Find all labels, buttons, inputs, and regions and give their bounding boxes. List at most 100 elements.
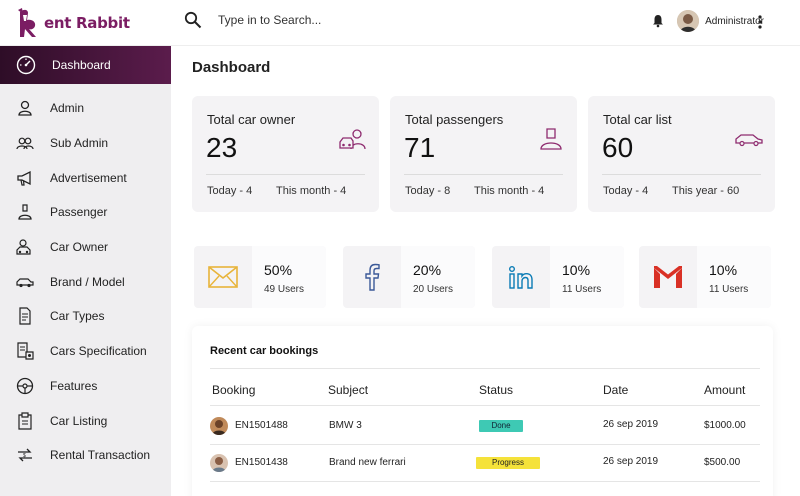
facebook-icon	[365, 263, 380, 291]
sidebar-item-label: Car Types	[50, 309, 105, 323]
recent-bookings-panel: Recent car bookings Booking Subject Stat…	[192, 326, 773, 496]
users-icon	[16, 137, 34, 150]
social-card-facebook[interactable]: 20% 20 Users	[343, 246, 475, 308]
document-icon	[19, 307, 31, 325]
steering-wheel-icon	[16, 377, 34, 395]
booking-amount: $500.00	[704, 457, 741, 468]
booking-subject: BMW 3	[329, 420, 362, 431]
stat-period: This year - 60	[672, 185, 740, 197]
bookings-title: Recent car bookings	[210, 345, 319, 357]
social-icon-box	[343, 246, 401, 308]
sidebar-item-sub-admin[interactable]: Sub Admin	[0, 128, 171, 158]
sidebar-item-brand-model[interactable]: Brand / Model	[0, 267, 171, 297]
user-avatar-icon	[677, 10, 700, 32]
specification-icon	[17, 342, 34, 360]
sidebar-item-cars-specification[interactable]: Cars Specification	[0, 336, 171, 366]
user-avatar-icon	[210, 454, 228, 472]
gmail-icon	[654, 266, 682, 288]
column-header-booking[interactable]: Booking	[212, 383, 255, 397]
sidebar-item-rental-transaction[interactable]: $ Rental Transaction	[0, 440, 171, 470]
avatar[interactable]	[677, 10, 700, 32]
search-icon[interactable]	[184, 11, 202, 29]
social-icon-box	[492, 246, 550, 308]
sidebar-item-label: Passenger	[50, 205, 108, 219]
sidebar-item-passenger[interactable]: Passenger	[0, 197, 171, 227]
sidebar-item-features[interactable]: Features	[0, 371, 171, 401]
passenger-icon	[18, 204, 32, 220]
sidebar-item-label: Features	[50, 379, 98, 393]
sidebar-item-admin[interactable]: Admin	[0, 93, 171, 123]
stat-value: 71	[404, 132, 436, 163]
column-header-amount[interactable]: Amount	[704, 383, 745, 397]
social-card-linkedin[interactable]: 10% 11 Users	[492, 246, 624, 308]
more-options-icon[interactable]	[758, 15, 762, 29]
car-icon	[16, 278, 34, 288]
social-users: 11 Users	[709, 284, 749, 295]
sidebar-item-label: Advertisement	[50, 171, 127, 185]
user-name[interactable]: Administrator	[705, 16, 764, 27]
stat-today: Today - 8	[405, 185, 451, 197]
social-stats: 50% 49 Users	[252, 246, 326, 308]
divider	[210, 444, 760, 445]
social-card-gmail[interactable]: 10% 11 Users	[639, 246, 771, 308]
social-icon-box	[194, 246, 252, 308]
avatar	[210, 417, 228, 435]
divider	[206, 174, 365, 175]
social-users: 11 Users	[562, 284, 602, 295]
sidebar-item-car-types[interactable]: Car Types	[0, 301, 171, 331]
brand-logo[interactable]: ent Rabbit	[16, 6, 166, 40]
social-percent: 20%	[413, 262, 442, 278]
stat-card-passengers[interactable]: Total passengers 71 Today - 8 This month…	[390, 96, 577, 212]
social-icon-box	[639, 246, 697, 308]
booking-id[interactable]: EN1501488	[235, 420, 288, 431]
booking-date: 26 sep 2019	[603, 456, 659, 467]
column-header-date[interactable]: Date	[603, 383, 628, 397]
stat-card-car-list[interactable]: Total car list 60 Today - 4 This year - …	[588, 96, 775, 212]
social-users: 20 Users	[413, 284, 454, 295]
sidebar-item-car-owner[interactable]: Car Owner	[0, 232, 171, 262]
divider	[210, 368, 760, 369]
booking-id[interactable]: EN1501438	[235, 457, 288, 468]
sidebar-item-label: Dashboard	[52, 58, 111, 72]
stat-title: Total car list	[603, 112, 672, 127]
booking-date: 26 sep 2019	[603, 419, 659, 430]
divider	[404, 174, 563, 175]
stat-card-car-owner[interactable]: Total car owner 23 Today - 4 This month …	[192, 96, 379, 212]
social-card-email[interactable]: 50% 49 Users	[194, 246, 326, 308]
page-title: Dashboard	[192, 59, 271, 76]
car-owner-icon	[16, 239, 31, 255]
user-area: Administrator	[651, 10, 764, 32]
exchange-icon: $	[18, 448, 32, 462]
search-input[interactable]	[218, 13, 418, 27]
booking-subject: Brand new ferrari	[329, 457, 406, 468]
sidebar-item-label: Cars Specification	[50, 344, 147, 358]
social-percent: 10%	[709, 262, 738, 278]
sidebar-item-dashboard[interactable]: Dashboard	[0, 46, 171, 84]
stat-period: This month - 4	[474, 185, 545, 197]
svg-text:$: $	[23, 453, 26, 459]
social-stats: 10% 11 Users	[550, 246, 624, 308]
divider	[210, 405, 760, 406]
divider	[602, 174, 761, 175]
passenger-icon	[540, 128, 562, 150]
divider	[210, 481, 760, 482]
avatar	[210, 454, 228, 472]
rabbit-logo-icon	[18, 8, 36, 37]
user-avatar-icon	[210, 417, 228, 435]
sidebar-item-label: Brand / Model	[50, 275, 125, 289]
stat-title: Total passengers	[405, 112, 504, 127]
social-users: 49 Users	[264, 284, 305, 295]
status-badge: Done	[479, 420, 523, 432]
top-bar: ent Rabbit Administrator	[0, 0, 800, 46]
sidebar-item-advertisement[interactable]: Advertisement	[0, 163, 171, 193]
booking-amount: $1000.00	[704, 420, 746, 431]
column-header-status[interactable]: Status	[479, 383, 513, 397]
sidebar-item-car-listing[interactable]: Car Listing	[0, 406, 171, 436]
notification-bell-icon[interactable]	[651, 14, 665, 28]
social-percent: 50%	[264, 262, 293, 278]
stat-value: 60	[602, 132, 634, 163]
dashboard-gauge-icon	[16, 55, 36, 75]
sidebar-item-label: Car Listing	[50, 414, 108, 428]
search-bar	[184, 11, 418, 29]
column-header-subject[interactable]: Subject	[328, 383, 368, 397]
